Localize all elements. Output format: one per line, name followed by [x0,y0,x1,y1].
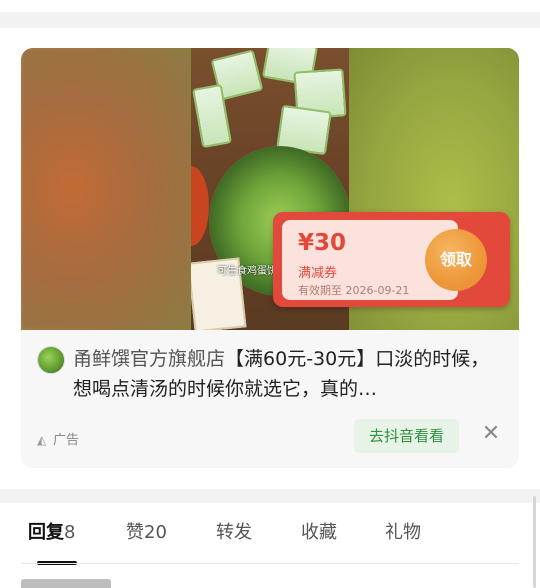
coupon-card[interactable]: ¥30 满减券 有效期至 2026-09-21 领取 [273,212,510,307]
tab-label: 礼物 [385,522,421,543]
ad-card[interactable]: 可生食鸡蛋饼 ¥30 满减券 有效期至 2026-09-21 领取 甬鲜馔官方旗… [21,48,519,468]
scrollbar[interactable] [533,496,536,588]
open-douyin-button[interactable]: 去抖音看看 [354,419,459,453]
ad-icon: ◭ [37,433,47,447]
tab-label: 转发 [216,522,252,543]
tab-favorites[interactable]: 收藏 [301,518,337,544]
comment-tabs: 回复8 赞20 转发 收藏 礼物 [28,518,528,565]
top-separator [0,12,540,28]
section-separator [0,489,540,503]
tab-replies[interactable]: 回复8 [28,518,75,544]
tab-gifts[interactable]: 礼物 [385,518,421,544]
shop-avatar[interactable] [37,346,65,374]
tab-likes[interactable]: 赞20 [126,518,167,544]
tab-label: 赞 [126,522,144,543]
tab-label: 回复 [28,522,64,543]
ad-label-text: 广告 [53,433,80,448]
coupon-validity: 有效期至 2026-09-21 [298,284,410,297]
tab-count: 8 [64,522,76,543]
close-icon[interactable]: ✕ [479,422,503,446]
tab-reposts[interactable]: 转发 [216,518,252,544]
coupon-price: ¥30 [298,230,347,256]
claim-coupon-button[interactable]: 领取 [425,229,487,291]
cut-off-text [21,579,111,588]
tabs-divider [21,563,519,564]
ad-title[interactable]: 甬鲜馔官方旗舰店【满60元-30元】口淡的时候，想喝点清汤的时候你就选它，真的… [73,344,507,404]
tab-count: 20 [144,522,167,543]
tab-label: 收藏 [301,522,337,543]
ad-label: ◭ 广告 [37,429,79,448]
coupon-type: 满减券 [298,266,338,281]
bowl [191,166,209,246]
blurred-background-left [21,48,191,330]
shop-name[interactable]: 甬鲜馔官方旗舰店 [73,348,225,370]
ad-video[interactable]: 可生食鸡蛋饼 ¥30 满减券 有效期至 2026-09-21 领取 [21,48,519,330]
next-content-peek [21,579,141,588]
video-subtitle: 可生食鸡蛋饼 [217,266,277,277]
